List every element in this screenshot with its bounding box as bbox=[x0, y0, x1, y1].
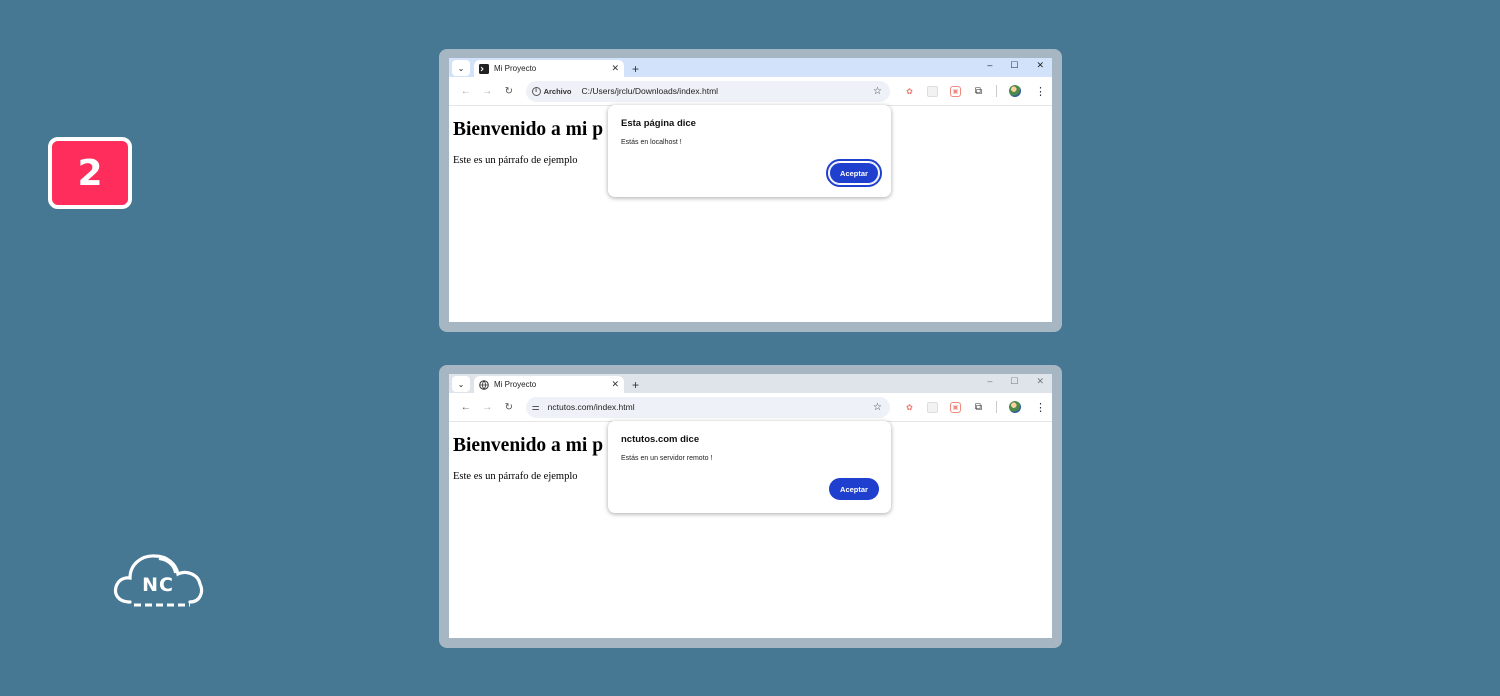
extension-blank-icon[interactable] bbox=[926, 401, 938, 413]
dialog-message: Estás en localhost ! bbox=[621, 139, 682, 146]
browser-toolbar: ← → ↻ i Archivo C:/Users/jrclu/Downloads… bbox=[449, 77, 1052, 106]
forward-arrow-icon[interactable]: → bbox=[477, 402, 499, 413]
new-tab-button[interactable]: + bbox=[632, 62, 639, 76]
site-settings-tune-icon[interactable]: ⚌ bbox=[532, 402, 540, 413]
avatar[interactable] bbox=[1008, 401, 1021, 413]
tab-active[interactable]: Mi Proyecto ✕ bbox=[474, 376, 624, 393]
extensions-area: ✿ ▣ ⧉ ⋮ bbox=[904, 401, 1046, 414]
puzzle-icon[interactable]: ⧉ bbox=[973, 402, 984, 413]
chevron-down-icon: ⌄ bbox=[457, 379, 465, 389]
back-arrow-icon[interactable]: ← bbox=[455, 86, 477, 97]
dialog-title: Esta página dice bbox=[621, 118, 696, 129]
tab-strip: ⌄ Mi Proyecto ✕ + – ☐ ✕ bbox=[449, 58, 1052, 77]
close-tab-icon[interactable]: ✕ bbox=[611, 379, 619, 390]
step-number-badge: 2 bbox=[48, 137, 132, 209]
back-arrow-icon[interactable]: ← bbox=[455, 402, 477, 413]
tab-search-button[interactable]: ⌄ bbox=[452, 60, 470, 76]
url-text: C:/Users/jrclu/Downloads/index.html bbox=[581, 86, 719, 96]
url-text: nctutos.com/index.html bbox=[547, 402, 635, 412]
bookmark-star-icon[interactable]: ☆ bbox=[873, 86, 882, 97]
close-window-icon[interactable]: ✕ bbox=[1036, 376, 1044, 387]
window-controls: – ☐ ✕ bbox=[987, 60, 1044, 71]
alert-dialog: Esta página dice Estás en localhost ! Ac… bbox=[608, 105, 891, 197]
accept-button[interactable]: Aceptar bbox=[829, 478, 879, 500]
accept-button[interactable]: Aceptar bbox=[826, 159, 882, 187]
reload-icon[interactable]: ↻ bbox=[498, 86, 520, 97]
browser-screenshot-localhost: ⌄ Mi Proyecto ✕ + – ☐ ✕ ← → ↻ i Archivo … bbox=[439, 49, 1062, 332]
extension-blank-icon[interactable] bbox=[926, 85, 938, 97]
tab-active[interactable]: Mi Proyecto ✕ bbox=[474, 60, 624, 77]
window-controls: – ☐ ✕ bbox=[987, 376, 1044, 387]
globe-favicon-icon bbox=[479, 379, 489, 390]
close-tab-icon[interactable]: ✕ bbox=[611, 63, 619, 74]
extensions-area: ✿ ▣ ⧉ ⋮ bbox=[904, 85, 1046, 98]
tab-search-button[interactable]: ⌄ bbox=[452, 376, 470, 392]
info-icon: i bbox=[531, 86, 541, 96]
toolbar-divider bbox=[995, 85, 997, 97]
chevron-down-icon: ⌄ bbox=[457, 63, 465, 73]
extension-gallery-icon[interactable]: ▣ bbox=[949, 401, 961, 413]
tab-title: Mi Proyecto bbox=[494, 380, 537, 389]
browser-toolbar: ← → ↻ ⚌ nctutos.com/index.html ☆ ✿ ▣ ⧉ ⋮ bbox=[449, 393, 1052, 422]
address-bar[interactable]: i Archivo C:/Users/jrclu/Downloads/index… bbox=[525, 80, 890, 102]
browser-screenshot-remote: ⌄ Mi Proyecto ✕ + – ☐ ✕ ← → ↻ ⚌ nctutos.… bbox=[439, 365, 1062, 648]
extension-flower-icon[interactable]: ✿ bbox=[904, 402, 915, 413]
alert-dialog: nctutos.com dice Estás en un servidor re… bbox=[608, 421, 891, 513]
nctutos-logo: NC bbox=[112, 550, 208, 612]
close-window-icon[interactable]: ✕ bbox=[1036, 60, 1044, 71]
maximize-icon[interactable]: ☐ bbox=[1010, 376, 1018, 387]
minimize-icon[interactable]: – bbox=[987, 60, 992, 71]
dialog-message: Estás en un servidor remoto ! bbox=[621, 455, 713, 462]
logo-text: NC bbox=[142, 574, 174, 596]
kebab-menu-icon[interactable]: ⋮ bbox=[1035, 85, 1046, 98]
toolbar-divider bbox=[995, 401, 997, 413]
minimize-icon[interactable]: – bbox=[987, 376, 992, 387]
tab-title: Mi Proyecto bbox=[494, 64, 537, 73]
avatar[interactable] bbox=[1008, 85, 1021, 97]
bookmark-star-icon[interactable]: ☆ bbox=[873, 402, 882, 413]
reload-icon[interactable]: ↻ bbox=[498, 402, 520, 413]
browser-window: ⌄ Mi Proyecto ✕ + – ☐ ✕ ← → ↻ ⚌ nctutos.… bbox=[449, 374, 1052, 638]
chip-label: Archivo bbox=[543, 86, 572, 96]
extension-gallery-icon[interactable]: ▣ bbox=[949, 85, 961, 97]
address-bar[interactable]: ⚌ nctutos.com/index.html ☆ bbox=[525, 396, 890, 418]
puzzle-icon[interactable]: ⧉ bbox=[973, 86, 984, 97]
new-tab-button[interactable]: + bbox=[632, 378, 639, 392]
dialog-title: nctutos.com dice bbox=[621, 434, 700, 445]
browser-window: ⌄ Mi Proyecto ✕ + – ☐ ✕ ← → ↻ i Archivo … bbox=[449, 58, 1052, 322]
extension-flower-icon[interactable]: ✿ bbox=[904, 86, 915, 97]
kebab-menu-icon[interactable]: ⋮ bbox=[1035, 401, 1046, 414]
terminal-favicon-icon bbox=[479, 63, 489, 74]
site-info-chip[interactable]: i Archivo bbox=[531, 86, 572, 96]
maximize-icon[interactable]: ☐ bbox=[1010, 60, 1018, 71]
tab-strip: ⌄ Mi Proyecto ✕ + – ☐ ✕ bbox=[449, 374, 1052, 393]
forward-arrow-icon[interactable]: → bbox=[477, 86, 499, 97]
